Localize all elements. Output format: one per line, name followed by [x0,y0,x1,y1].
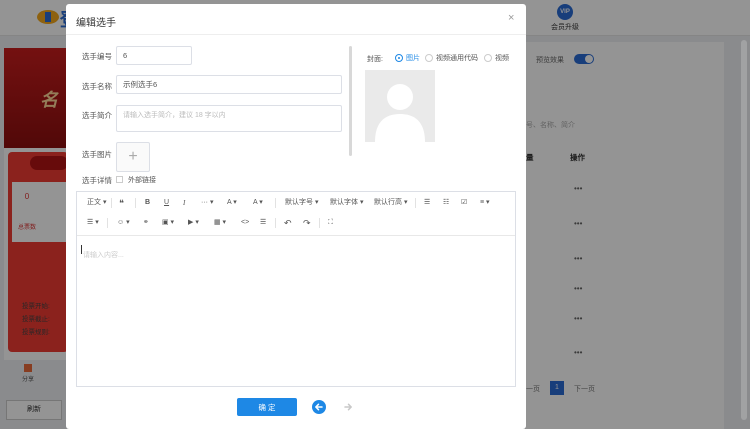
font-color-icon[interactable]: A ▾ [227,197,237,209]
bullet-list-icon[interactable]: ☰ [424,197,430,209]
editor-placeholder: 请输入内容... [83,252,124,259]
line-height-select[interactable]: 默认行高 ▾ [374,197,407,209]
fullscreen-icon[interactable]: ⛶ [328,217,333,229]
name-label: 选手名称 [82,82,112,91]
close-icon[interactable]: × [508,12,514,24]
toolbar-separator [111,198,112,208]
cover-radio-video-label: 视频 [495,55,509,62]
cover-radio-video-code[interactable] [425,54,433,62]
cover-radio-image-label: 图片 [406,55,420,62]
rich-text-editor: 正文 ▾ ❝ B U I ··· ▾ A ▾ A ▾ 默认字号 ▾ 默认字体 ▾… [76,191,516,387]
more-styles-icon[interactable]: ··· ▾ [201,197,213,209]
paragraph-select[interactable]: 正文 ▾ [87,197,106,209]
redo-icon[interactable]: ↷ [303,217,311,229]
detail-label: 选手详情 [82,176,112,185]
font-size-select[interactable]: 默认字号 ▾ [285,197,318,209]
name-input[interactable] [116,75,342,94]
toolbar-separator [275,218,276,228]
page-scrollbar[interactable] [741,40,747,420]
toolbar-separator [275,198,276,208]
intro-label: 选手简介 [82,111,112,120]
toolbar-separator [135,198,136,208]
image-label: 选手图片 [82,150,112,159]
table-icon[interactable]: ▦ ▾ [214,217,226,229]
text-cursor [81,245,82,254]
cover-radio-video-code-label: 视频通用代码 [436,55,478,62]
arrow-left-icon [315,403,323,411]
avatar-placeholder-icon [375,84,425,142]
toolbar-separator [415,198,416,208]
external-link-label: 外部链接 [128,177,156,184]
number-input[interactable] [116,46,192,65]
video-icon[interactable]: ▶ ▾ [188,217,199,229]
cover-radio-video[interactable] [484,54,492,62]
next-contestant-button[interactable] [341,400,355,414]
image-icon[interactable]: ▣ ▾ [162,217,174,229]
external-link-checkbox[interactable] [116,176,123,183]
font-family-select[interactable]: 默认字体 ▾ [330,197,363,209]
upload-button[interactable]: + [116,142,150,172]
dialog-title: 编辑选手 [76,18,116,29]
align-icon[interactable]: ≡ ▾ [480,197,490,209]
editor-toolbar: 正文 ▾ ❝ B U I ··· ▾ A ▾ A ▾ 默认字号 ▾ 默认字体 ▾… [77,192,515,236]
cover-radio-image[interactable] [395,54,403,62]
avatar [365,70,435,142]
italic-icon[interactable]: I [183,197,185,209]
bg-color-icon[interactable]: A ▾ [253,197,263,209]
prev-contestant-button[interactable] [312,400,326,414]
intro-textarea[interactable] [116,105,342,132]
number-label: 选手编号 [82,52,112,61]
dialog-divider [66,34,526,35]
ordered-list-icon[interactable]: ☷ [443,197,449,209]
divider-icon[interactable]: ☰ [260,217,266,229]
code-icon[interactable]: <> [241,217,249,229]
emoji-icon[interactable]: ☺ ▾ [117,217,130,229]
todo-icon[interactable]: ☑ [461,197,467,209]
arrow-right-icon [344,403,352,411]
bold-icon[interactable]: B [145,197,150,209]
plus-icon: + [128,148,138,165]
cover-label: 封面: [367,56,383,63]
form-scrollbar[interactable] [349,46,352,156]
undo-icon[interactable]: ↶ [284,217,292,229]
quote-icon[interactable]: ❝ [119,197,124,209]
indent-icon[interactable]: ☰ ▾ [87,217,99,229]
underline-icon[interactable]: U [164,197,169,209]
editor-content-area[interactable]: 请输入内容... [77,236,515,386]
toolbar-separator [107,218,108,228]
toolbar-separator [319,218,320,228]
link-icon[interactable]: ⚭ [143,217,149,229]
confirm-button[interactable]: 确 定 [237,398,297,416]
edit-contestant-dialog: 编辑选手 × 选手编号 选手名称 选手简介 选手图片 + 选手详情 外部链接 封… [66,4,526,429]
